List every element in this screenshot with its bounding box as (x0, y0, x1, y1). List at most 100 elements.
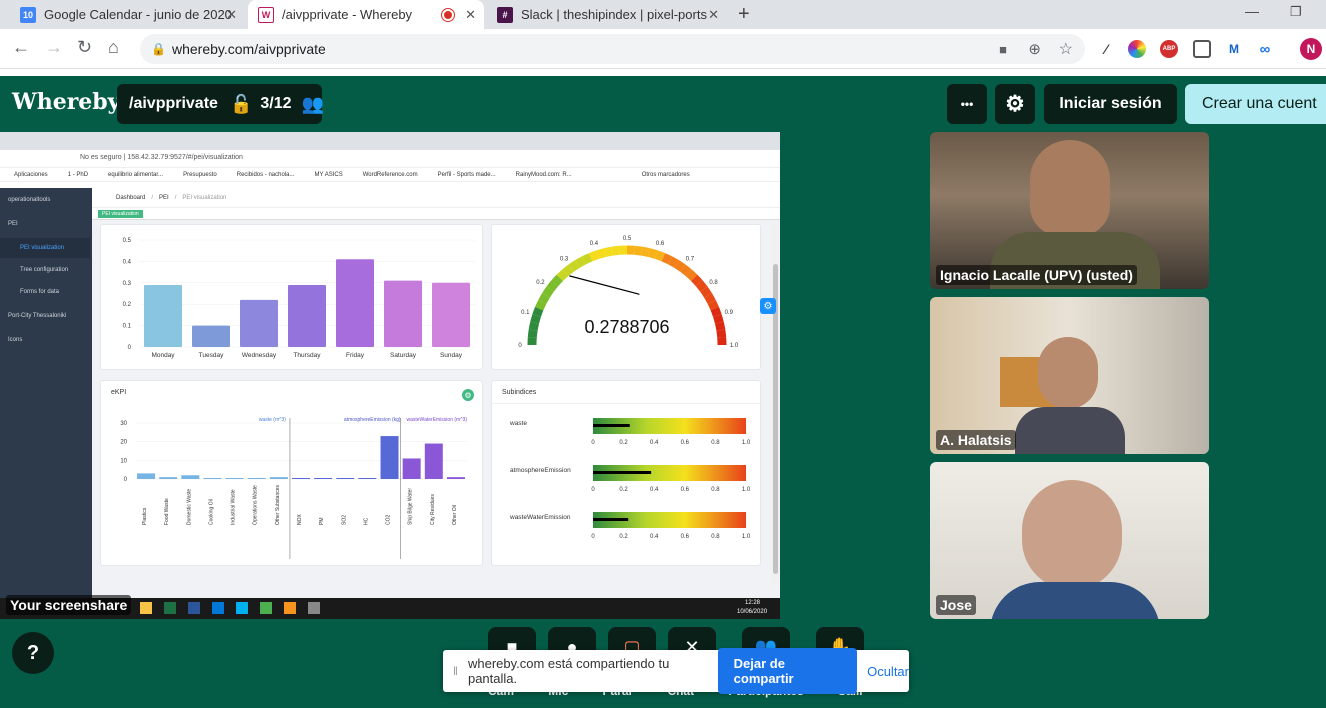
stop-sharing-button[interactable]: Dejar de compartir (717, 648, 858, 694)
subindex-tick-label: 1.0 (742, 487, 751, 493)
bar (402, 458, 421, 479)
bookmark-item[interactable]: MY ASICS (314, 172, 342, 178)
x-tick-label: City Residues (430, 494, 436, 525)
create-account-button[interactable]: Crear una cuent (1185, 84, 1326, 124)
whereby-app: Whereby /aivpprivate 🔓 3/12 👥 ••• ⚙ Inic… (0, 76, 1326, 708)
browser-address-bar: ← → ↻ ⌂ 🔒 whereby.com/aivpprivate ■ ⊕ ☆ … (0, 29, 1326, 69)
gauge-arc-segment (530, 314, 541, 324)
extension-m-icon[interactable]: M (1225, 40, 1243, 58)
x-tick-label: Cooking Oil (208, 499, 214, 525)
close-tab-icon[interactable]: ✕ (226, 7, 237, 23)
participant-video-halatsis[interactable]: A. Halatsis (930, 297, 1209, 454)
gauge-arc-segment (648, 248, 658, 259)
ekpi-title: eKPI (111, 389, 127, 396)
bookmark-item[interactable]: Perfil - Sports made... (438, 172, 496, 178)
room-info-button[interactable]: /aivpprivate 🔓 3/12 👥 (117, 84, 324, 124)
y-tick-label: 0.5 (123, 238, 132, 244)
forward-icon[interactable]: → (45, 37, 63, 58)
bookmark-item[interactable]: 1 - PhD (68, 172, 88, 178)
gauge-arc-segment (581, 253, 593, 265)
y-tick-label: 10 (120, 458, 127, 464)
bookmark-item[interactable]: Otros marcadores (642, 172, 690, 178)
minimize-icon[interactable]: — (1245, 3, 1259, 19)
participant-video-jose[interactable]: Jose (930, 462, 1209, 619)
gauge-arc-segment (707, 299, 719, 311)
breadcrumb[interactable]: Dashboard (116, 195, 145, 201)
subindex-value-bar (593, 518, 629, 521)
more-button[interactable]: ••• (947, 84, 987, 124)
browser-tab-slack[interactable]: # Slack | theshipindex | pixel-ports ✕ (487, 0, 727, 29)
gauge-tick-label: 0.2 (536, 280, 545, 286)
breadcrumb[interactable]: PEI (159, 195, 169, 201)
browser-tab-calendar[interactable]: 10 Google Calendar - junio de 2020 ✕ (10, 0, 245, 29)
help-button[interactable]: ? (12, 632, 54, 674)
gauge-tick-label: 0.6 (656, 241, 665, 247)
back-icon[interactable]: ← (12, 37, 30, 58)
gauge-needle (569, 275, 640, 295)
gauge-arc-segment (680, 264, 692, 277)
bookmark-item[interactable]: equilibrio alimentar... (108, 172, 163, 178)
subindices-title: Subindices (502, 389, 537, 396)
bookmark-item[interactable]: RainyMood.com: R... (516, 172, 572, 178)
gauge-arc-segment (710, 306, 722, 318)
bar (269, 477, 288, 479)
subindex-tick-label: 0.8 (711, 534, 720, 540)
participant-video-ignacio[interactable]: Ignacio Lacalle (UPV) (usted) (930, 132, 1209, 289)
bar (292, 478, 310, 479)
subindex-tick-label: 0.4 (650, 487, 659, 493)
y-tick-label: 30 (120, 421, 127, 427)
sidebar-item-pei[interactable]: PEI (0, 214, 90, 234)
avatar[interactable]: N (1300, 38, 1322, 60)
sidebar-item-icons[interactable]: Icons (0, 330, 90, 350)
subindex-value-bar (593, 424, 630, 427)
color-wheel-icon[interactable] (1128, 40, 1146, 58)
calendar-icon: 10 (20, 6, 36, 23)
close-tab-icon[interactable]: ✕ (465, 7, 476, 23)
subindex-tick-label: 1.0 (742, 440, 751, 446)
new-tab-icon[interactable]: + (738, 3, 750, 26)
zoom-icon[interactable]: ⊕ (1028, 40, 1041, 58)
bookmark-item[interactable]: Aplicaciones (14, 172, 48, 178)
sidebar-item-operationaltools[interactable]: operationaltools (0, 190, 90, 210)
reload-icon[interactable]: ↻ (77, 37, 92, 58)
gauge-arc-segment (603, 246, 613, 258)
room-name: /aivpprivate (129, 95, 218, 112)
whereby-logo[interactable]: Whereby (12, 89, 120, 115)
scrollbar[interactable] (772, 224, 779, 584)
settings-float-icon[interactable]: ⚙ (760, 298, 776, 314)
login-button[interactable]: Iniciar sesión (1044, 84, 1177, 124)
subindex-value-bar (593, 471, 652, 474)
bookmark-item[interactable]: WordReference.com (363, 172, 418, 178)
hide-button[interactable]: Ocultar (867, 664, 909, 679)
x-tick-label: Operations Waste (253, 485, 259, 525)
status-badge[interactable]: PEI visualization (98, 210, 143, 218)
restore-icon[interactable]: ❐ (1290, 4, 1302, 20)
subindex-tick-label: 0 (591, 534, 595, 540)
y-tick-label: 0 (128, 345, 132, 351)
bookmark-star-icon[interactable]: ☆ (1059, 39, 1073, 59)
eyedropper-icon[interactable]: ⁄ (1097, 40, 1115, 58)
bar (432, 282, 470, 347)
bar (288, 284, 326, 347)
home-icon[interactable]: ⌂ (108, 37, 119, 58)
close-tab-icon[interactable]: ✕ (708, 7, 719, 23)
sidebar-item-forms[interactable]: Forms for data (0, 282, 90, 302)
camera-icon[interactable]: ■ (999, 42, 1007, 57)
sidebar-item-port-city[interactable]: Port-City Thessaloniki (0, 306, 90, 326)
browser-tab-whereby[interactable]: W /aivpprivate - Whereby ✕ (248, 0, 484, 29)
url-input[interactable]: 🔒 whereby.com/aivpprivate ■ ⊕ ☆ (140, 34, 1085, 64)
sidebar-item-tree-configuration[interactable]: Tree configuration (0, 260, 90, 280)
link-icon[interactable]: ∞ (1256, 40, 1274, 58)
refresh-icon[interactable]: ⚙ (462, 389, 474, 401)
drag-handle-icon[interactable]: ‖ (453, 664, 458, 678)
screenshot-ext-icon[interactable] (1193, 40, 1211, 58)
notice-text: whereby.com está compartiendo tu pantall… (467, 656, 670, 686)
bookmark-item[interactable]: Presupuesto (183, 172, 217, 178)
sidebar-item-pei-visualization[interactable]: PEI visualization (0, 238, 90, 258)
adblock-icon[interactable]: ABP (1160, 40, 1178, 58)
taskbar-date: 10/06/2020 (737, 609, 768, 615)
subindex-tick-label: 0.4 (650, 440, 659, 446)
bookmark-item[interactable]: Recibidos - nachola... (237, 172, 295, 178)
settings-gear-icon[interactable]: ⚙ (995, 84, 1035, 124)
bar (380, 436, 399, 479)
